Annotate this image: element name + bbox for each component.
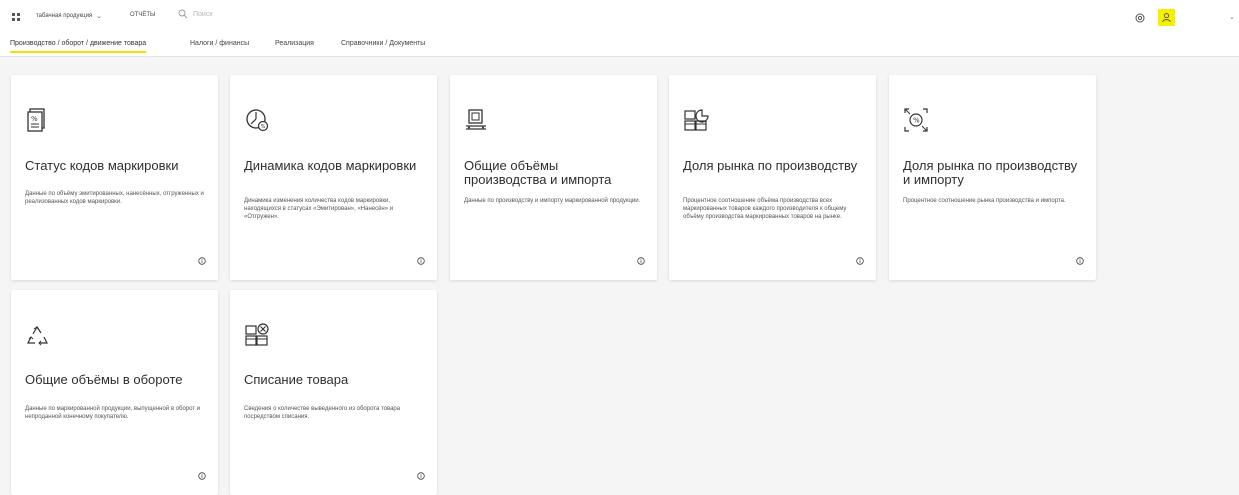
recycle-icon	[27, 325, 48, 346]
clock-chart-icon: %	[246, 109, 269, 132]
reports-link[interactable]: ОТЧЁТЫ	[130, 12, 155, 18]
expand-percent-icon: %	[904, 108, 928, 132]
card-title: Доля рынка по производству	[683, 158, 858, 173]
user-profile-button[interactable]	[1158, 9, 1175, 26]
card-description: Процентное соотношение рынка производств…	[903, 198, 1066, 204]
info-icon[interactable]	[1076, 257, 1084, 265]
boxes-cancel-icon	[245, 323, 269, 346]
report-card-circulation-volume[interactable]: Общие объёмы в обороте Данные по маркиро…	[11, 290, 218, 495]
card-description: Сведения о количестве выведенного из обо…	[244, 406, 401, 420]
conveyor-icon	[466, 109, 486, 130]
section-tabs: Производство / оборот / движение товара …	[0, 36, 1239, 57]
info-icon[interactable]	[198, 257, 206, 265]
svg-text:%: %	[31, 115, 38, 123]
search-icon	[178, 9, 188, 19]
tab-sales[interactable]: Реализация	[275, 40, 314, 47]
boxes-pie-icon	[684, 109, 709, 131]
card-description: Процентное соотношение объёма производст…	[683, 198, 847, 220]
search-box[interactable]	[178, 9, 313, 19]
svg-text:%: %	[261, 124, 266, 130]
tab-directories[interactable]: Справочники / Документы	[341, 40, 425, 47]
product-selector[interactable]: табачная продукция ⌄	[36, 12, 102, 20]
user-icon	[1162, 13, 1171, 23]
apps-grid-icon[interactable]	[12, 13, 21, 22]
report-card-marking-dynamics[interactable]: % Динамика кодов маркировки Динамика изм…	[230, 75, 437, 280]
card-description: Динамика изменения количества кодов марк…	[244, 198, 394, 220]
report-card-market-share-production-import[interactable]: % Доля рынка по производству и импорту П…	[889, 75, 1096, 280]
top-bar: табачная продукция ⌄ ОТЧЁТЫ ⌄	[0, 0, 1239, 36]
info-icon[interactable]	[417, 472, 425, 480]
info-icon[interactable]	[856, 257, 864, 265]
info-icon[interactable]	[637, 257, 645, 265]
settings-icon[interactable]	[1134, 12, 1146, 24]
document-code-icon: %	[27, 108, 45, 132]
tab-taxes[interactable]: Налоги / финансы	[190, 40, 249, 47]
tab-production[interactable]: Производство / оборот / движение товара	[10, 40, 147, 53]
card-title: Доля рынка по производству и импорту	[903, 158, 1078, 187]
card-description: Данные по объёму эмитированных, нанесённ…	[25, 191, 204, 205]
svg-text:%: %	[913, 117, 920, 125]
user-menu-chevron-icon[interactable]: ⌄	[1229, 13, 1235, 21]
report-card-market-share-production[interactable]: Доля рынка по производству Процентное со…	[669, 75, 876, 280]
info-icon[interactable]	[198, 472, 206, 480]
card-title: Общие объёмы в обороте	[25, 372, 183, 387]
product-selector-label: табачная продукция	[36, 13, 93, 19]
card-title: Списание товара	[244, 372, 349, 387]
info-icon[interactable]	[417, 257, 425, 265]
card-title: Статус кодов маркировки	[25, 158, 179, 173]
report-card-production-import-volume[interactable]: Общие объёмы производства и импорта Данн…	[450, 75, 657, 280]
report-card-marking-status[interactable]: % Статус кодов маркировки Данные по объё…	[11, 75, 218, 280]
report-card-write-off[interactable]: Списание товара Сведения о количестве вы…	[230, 290, 437, 495]
card-description: Данные по производству и импорту маркиро…	[464, 198, 641, 204]
card-title: Общие объёмы производства и импорта	[464, 158, 612, 187]
search-input[interactable]	[193, 10, 313, 18]
card-description: Данные по маркированной продукции, выпущ…	[25, 406, 201, 420]
chevron-down-icon: ⌄	[96, 13, 103, 20]
card-title: Динамика кодов маркировки	[244, 158, 417, 173]
